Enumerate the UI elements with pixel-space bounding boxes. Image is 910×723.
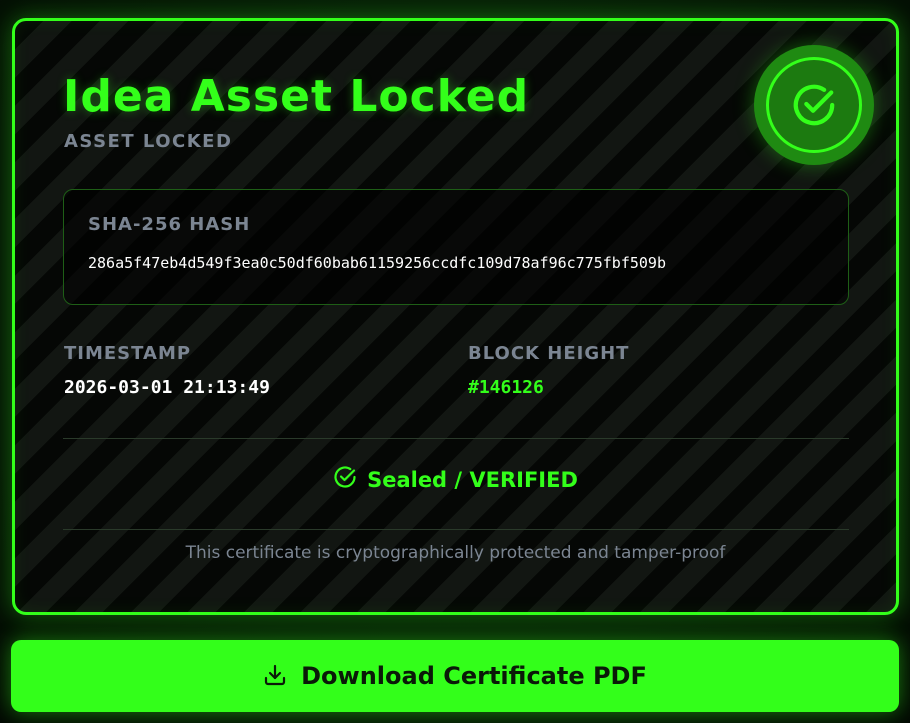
- timestamp-label: TIMESTAMP: [64, 343, 192, 364]
- certificate-card: Idea Asset Locked ASSET LOCKED SHA-256 H…: [12, 18, 899, 615]
- hash-panel: SHA-256 HASH 286a5f47eb4d549f3ea0c50df60…: [63, 189, 849, 305]
- block-height-value: #146126: [468, 377, 544, 398]
- certificate-footnote: This certificate is cryptographically pr…: [185, 543, 726, 563]
- verified-badge: [754, 45, 874, 165]
- divider: [63, 529, 849, 530]
- download-button-label: Download Certificate PDF: [301, 662, 647, 690]
- hash-label: SHA-256 HASH: [88, 214, 251, 235]
- timestamp-value: 2026-03-01 21:13:49: [64, 377, 270, 398]
- certificate-title: Idea Asset Locked: [63, 71, 530, 122]
- check-circle-icon: [333, 465, 357, 494]
- status-text: Sealed / VERIFIED: [367, 467, 578, 492]
- download-icon: [263, 663, 287, 690]
- download-certificate-button[interactable]: Download Certificate PDF: [11, 640, 899, 712]
- verification-status: Sealed / VERIFIED: [15, 465, 896, 494]
- hash-value[interactable]: 286a5f47eb4d549f3ea0c50df60bab61159256cc…: [88, 254, 666, 272]
- check-circle-icon: [766, 57, 862, 153]
- certificate-subtitle: ASSET LOCKED: [64, 131, 233, 152]
- block-height-label: BLOCK HEIGHT: [468, 343, 630, 364]
- divider: [63, 438, 849, 439]
